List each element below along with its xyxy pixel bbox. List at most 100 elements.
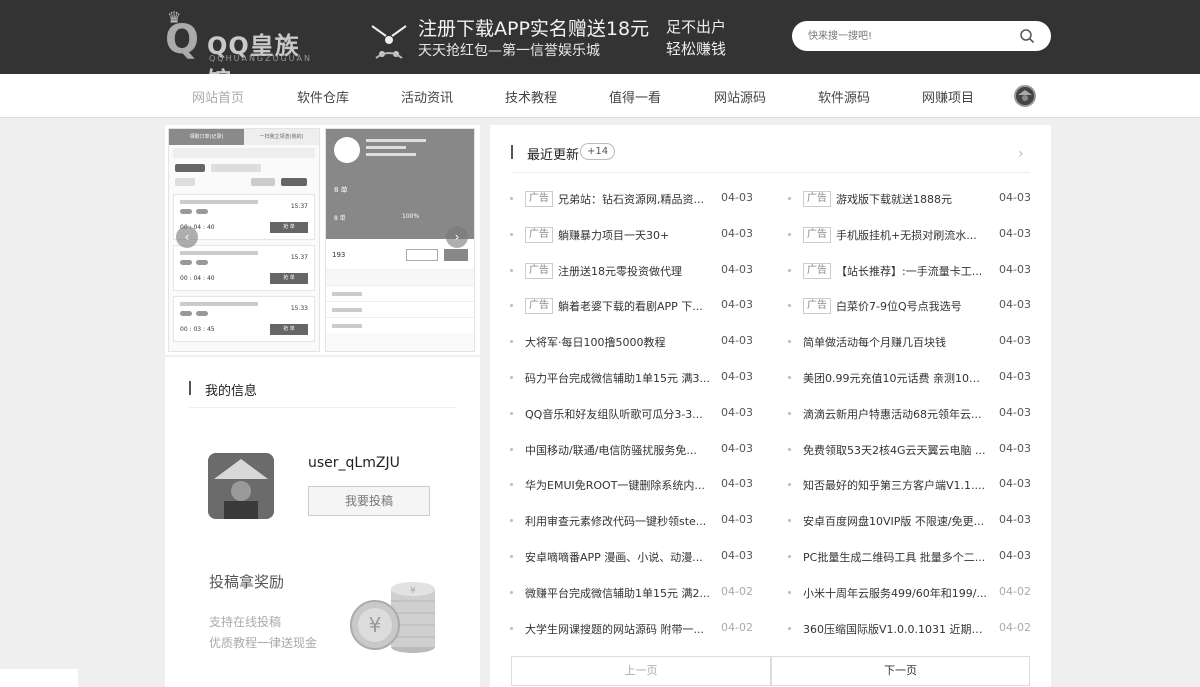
update-title-link[interactable]: 游戏版下载就送1888元 [836, 191, 952, 207]
update-item[interactable]: 安卓嘀嘀番APP 漫画、小说、动漫... 04-03 [510, 547, 780, 567]
update-title-link[interactable]: 躺赚暴力项目一天30+ [558, 227, 669, 243]
update-title-link[interactable]: 滴滴云新用户特惠活动68元领年云... [803, 406, 982, 422]
bullet-dot-icon [788, 483, 791, 487]
site-logo[interactable]: ♛ Q QQ皇族馆 QQHUANGZUGUAN [165, 8, 315, 95]
update-title-link[interactable]: 小米十周年云服务499/60年和199/... [803, 585, 987, 601]
update-item[interactable]: 大将军·每日100撸5000教程 04-03 [510, 332, 780, 352]
update-title-link[interactable]: PC批量生成二维码工具 批量多个二... [803, 549, 985, 565]
my-info-title: 我的信息 [205, 384, 258, 399]
user-avatar-small[interactable] [1014, 85, 1036, 107]
update-date: 04-02 [721, 620, 753, 634]
bullet-dot-icon [788, 626, 791, 630]
update-title-link[interactable]: 微赚平台完成微信辅助1单15元 满2... [525, 585, 710, 601]
bullet-dot-icon [788, 376, 791, 379]
bullet-dot-icon [788, 232, 791, 236]
update-title-link[interactable]: 躺着老婆下载的看剧APP 下... [558, 298, 703, 314]
bullet-dot-icon [510, 447, 513, 451]
update-title-link[interactable]: 大学生网课搜题的网站源码 附带一... [525, 621, 704, 637]
update-item[interactable]: 广告 【站长推荐】:一手流量卡工... 04-03 [788, 261, 1058, 281]
update-item[interactable]: 安卓百度网盘10VIP版 不限速/免更... 04-03 [788, 511, 1058, 531]
update-item[interactable]: 知否最好的知乎第三方客户端V1.1.... 04-03 [788, 475, 1058, 495]
nav-item-worth-seeing[interactable]: 值得一看 [609, 87, 661, 106]
bullet-dot-icon [788, 268, 791, 272]
update-title-link[interactable]: 360压缩国际版V1.0.0.1031 近期已... [803, 621, 990, 637]
update-title-link[interactable]: 大将军·每日100撸5000教程 [525, 334, 666, 350]
update-item[interactable]: 360压缩国际版V1.0.0.1031 近期已... 04-02 [788, 619, 1058, 639]
bullet-dot-icon [788, 304, 791, 308]
prev-page-button[interactable]: 上一页 [511, 656, 771, 686]
update-item[interactable]: 广告 白菜价7-9位Q号点我选号 04-03 [788, 296, 1058, 316]
search-input[interactable] [808, 27, 1008, 45]
nav-item-site-source[interactable]: 网站源码 [714, 87, 766, 106]
update-item[interactable]: 简单做活动每个月赚几百块钱 04-03 [788, 332, 1058, 352]
next-page-button[interactable]: 下一页 [771, 656, 1030, 686]
update-date: 04-03 [721, 513, 753, 527]
update-title-link[interactable]: 中国移动/联通/电信防骚扰服务免... [525, 442, 697, 458]
bullet-dot-icon [510, 197, 513, 200]
update-item[interactable]: QQ音乐和好友组队听歌可瓜分3-3... 04-03 [510, 404, 780, 424]
nav-item-activities[interactable]: 活动资讯 [401, 87, 453, 106]
mock-tab-orders: 领取订单(记录) [169, 129, 244, 145]
ad-tag: 广告 [803, 262, 831, 279]
update-date: 04-02 [721, 584, 753, 598]
site-header: ♛ Q QQ皇族馆 QQHUANGZUGUAN 注册下载APP实名赠送18元 天… [0, 0, 1200, 95]
update-item[interactable]: 中国移动/联通/电信防骚扰服务免... 04-03 [510, 440, 780, 460]
search-icon[interactable] [1019, 28, 1035, 44]
update-item[interactable]: 微赚平台完成微信辅助1单15元 满2... 04-02 [510, 583, 780, 603]
update-item[interactable]: 广告 兄弟站：钻石资源网,精品资... 04-03 [510, 189, 780, 209]
carousel-next-arrow[interactable]: › [446, 226, 468, 248]
update-title-link[interactable]: 免费领取53天2核4G云天翼云电脑 ... [803, 442, 986, 458]
update-title-link[interactable]: QQ音乐和好友组队听歌可瓜分3-3... [525, 406, 703, 422]
nav-item-software-source[interactable]: 软件源码 [818, 87, 870, 106]
update-item[interactable]: 广告 躺着老婆下载的看剧APP 下... 04-03 [510, 296, 780, 316]
nav-item-home[interactable]: 网站首页 [192, 87, 244, 106]
nav-item-tutorials[interactable]: 技术教程 [505, 87, 557, 106]
update-item[interactable]: 华为EMUI免ROOT一键删除系统内... 04-03 [510, 475, 780, 495]
update-item[interactable]: 美团0.99元充值10元话费 亲测10元... 04-03 [788, 368, 1058, 388]
update-title-link[interactable]: 码力平台完成微信辅助1单15元 满3... [525, 370, 710, 386]
nav-item-software[interactable]: 软件仓库 [297, 87, 349, 106]
update-title-link[interactable]: 华为EMUI免ROOT一键删除系统内... [525, 477, 705, 493]
update-title-link[interactable]: 注册送18元零投资做代理 [558, 263, 682, 279]
update-date: 04-03 [999, 226, 1031, 240]
update-item[interactable]: PC批量生成二维码工具 批量多个二... 04-03 [788, 547, 1058, 567]
mock-order-card: 15.33 00 : 03 : 45 抢 单 [173, 296, 315, 342]
banner-right-line2: 轻松赚钱 [666, 40, 727, 58]
update-item[interactable]: 小米十周年云服务499/60年和199/... 04-02 [788, 583, 1058, 603]
update-date: 04-03 [721, 405, 753, 419]
submit-post-button[interactable]: 我要投稿 [308, 486, 430, 516]
update-title-link[interactable]: 安卓百度网盘10VIP版 不限速/免更... [803, 513, 984, 529]
chevron-right-icon[interactable]: › [1018, 146, 1024, 162]
update-date: 04-03 [999, 262, 1031, 276]
carousel-prev-arrow[interactable]: ‹ [176, 226, 198, 248]
update-date: 04-03 [999, 334, 1031, 348]
update-title-link[interactable]: 手机版挂机+无损对刷流水... [836, 227, 977, 243]
update-title-link[interactable]: 白菜价7-9位Q号点我选号 [836, 298, 962, 314]
update-title-link[interactable]: 简单做活动每个月赚几百块钱 [803, 334, 946, 350]
update-title-link[interactable]: 利用审查元素修改代码一键秒领ste... [525, 513, 706, 529]
update-title-link[interactable]: 知否最好的知乎第三方客户端V1.1.... [803, 477, 985, 493]
update-item[interactable]: 免费领取53天2核4G云天翼云电脑 ... 04-03 [788, 440, 1058, 460]
update-date: 04-03 [999, 405, 1031, 419]
header-ad-banner[interactable]: 注册下载APP实名赠送18元 天天抢红包—第一信誉娱乐城 足不出户 轻松赚钱 [368, 10, 748, 66]
update-item[interactable]: 广告 游戏版下载就送1888元 04-03 [788, 189, 1058, 209]
update-item[interactable]: 码力平台完成微信辅助1单15元 满3... 04-03 [510, 368, 780, 388]
update-item[interactable]: 利用审查元素修改代码一键秒领ste... 04-03 [510, 511, 780, 531]
nav-item-money-projects[interactable]: 网赚项目 [922, 87, 974, 106]
update-title-link[interactable]: 兄弟站：钻石资源网,精品资... [558, 191, 704, 207]
user-avatar[interactable] [208, 453, 274, 519]
update-item[interactable]: 广告 躺赚暴力项目一天30+ 04-03 [510, 225, 780, 245]
update-date: 04-03 [999, 298, 1031, 312]
update-item[interactable]: 大学生网课搜题的网站源码 附带一... 04-02 [510, 619, 780, 639]
banner-headline: 注册下载APP实名赠送18元 [418, 18, 650, 40]
update-date: 04-03 [721, 441, 753, 455]
ad-carousel[interactable]: 领取订单(记录) 一扫我立领渣(我的) 15.37 00 : 04 : 40 抢… [165, 125, 480, 355]
update-item[interactable]: 滴滴云新用户特惠活动68元领年云... 04-03 [788, 404, 1058, 424]
update-title-link[interactable]: 美团0.99元充值10元话费 亲测10元... [803, 370, 990, 386]
update-item[interactable]: 广告 手机版挂机+无损对刷流水... 04-03 [788, 225, 1058, 245]
update-title-link[interactable]: 安卓嘀嘀番APP 漫画、小说、动漫... [525, 549, 703, 565]
bullet-dot-icon [510, 555, 513, 558]
update-item[interactable]: 广告 注册送18元零投资做代理 04-03 [510, 261, 780, 281]
update-date: 04-03 [721, 226, 753, 240]
update-title-link[interactable]: 【站长推荐】:一手流量卡工... [836, 263, 982, 279]
